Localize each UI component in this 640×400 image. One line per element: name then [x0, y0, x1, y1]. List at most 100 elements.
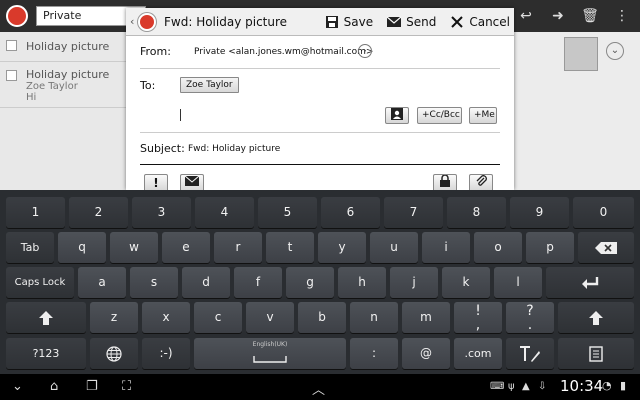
key-y[interactable]: y — [318, 232, 366, 263]
notification-icon: ▲ — [522, 381, 530, 392]
cancel-label: Cancel — [469, 14, 510, 29]
key-3[interactable]: 3 — [132, 197, 191, 228]
key-e[interactable]: e — [162, 232, 210, 263]
key-a[interactable]: a — [78, 267, 126, 298]
divider — [140, 132, 500, 133]
key-2[interactable]: 2 — [69, 197, 128, 228]
key-1[interactable]: 1 — [6, 197, 65, 228]
key-q[interactable]: q — [58, 232, 106, 263]
key-t[interactable]: t — [266, 232, 314, 263]
list-item[interactable]: Holiday picture Zoe Taylor Hi — [0, 62, 126, 108]
reply-icon[interactable]: ↩ — [514, 8, 538, 24]
key-label-lower: . — [527, 317, 533, 333]
send-label: Send — [406, 14, 437, 29]
menu-icon[interactable]: ⋮ — [610, 8, 634, 24]
emoticon-key[interactable]: :-) — [142, 338, 190, 369]
handwriting-key[interactable] — [506, 338, 554, 369]
key-9[interactable]: 9 — [510, 197, 569, 228]
key-at[interactable]: @ — [402, 338, 450, 369]
contact-icon — [391, 108, 403, 120]
chevron-right-icon[interactable]: › — [358, 44, 372, 58]
chevron-up-icon[interactable]: ︿ — [312, 379, 325, 398]
key-i[interactable]: i — [422, 232, 470, 263]
key-0[interactable]: 0 — [573, 197, 634, 228]
save-button[interactable]: Save — [325, 15, 373, 29]
key-u[interactable]: u — [370, 232, 418, 263]
cc-bcc-button[interactable]: +Cc/Bcc — [417, 107, 462, 124]
key-f[interactable]: f — [234, 267, 282, 298]
key-5[interactable]: 5 — [258, 197, 317, 228]
tab-key[interactable]: Tab — [6, 232, 54, 263]
key-dotcom[interactable]: .com — [454, 338, 502, 369]
screenshot-icon[interactable]: ⛶ — [122, 379, 131, 394]
key-m[interactable]: m — [402, 302, 450, 333]
home-icon[interactable]: ⌂ — [50, 379, 58, 394]
key-o[interactable]: o — [474, 232, 522, 263]
key-c[interactable]: c — [194, 302, 242, 333]
text-pen-icon — [520, 345, 540, 362]
lock-icon — [440, 174, 450, 187]
send-button[interactable]: Send — [387, 15, 436, 29]
key-b[interactable]: b — [298, 302, 346, 333]
key-g[interactable]: g — [286, 267, 334, 298]
add-me-button[interactable]: +Me — [469, 107, 497, 124]
enter-icon — [582, 276, 599, 289]
backspace-key[interactable] — [578, 232, 634, 263]
key-w[interactable]: w — [110, 232, 158, 263]
key-6[interactable]: 6 — [321, 197, 380, 228]
symbols-key[interactable]: ?123 — [6, 338, 86, 369]
key-colon[interactable]: : — [350, 338, 398, 369]
key-v[interactable]: v — [246, 302, 294, 333]
recent-apps-icon[interactable]: ❐ — [86, 379, 98, 394]
dialog-header: ‹ Fwd: Holiday picture Save Send Cancel — [126, 8, 514, 36]
checkbox[interactable] — [6, 70, 17, 81]
message-detail-pane: ⌄ — [514, 32, 640, 190]
key-8[interactable]: 8 — [447, 197, 506, 228]
from-value: Private <alan.jones.wm@hotmail.com> — [194, 47, 374, 57]
list-item-title: Holiday picture — [26, 68, 110, 81]
key-question-period[interactable]: ? . — [506, 302, 554, 333]
from-label: From: — [140, 45, 171, 58]
key-z[interactable]: z — [90, 302, 138, 333]
list-item[interactable]: Holiday picture — [0, 32, 126, 62]
back-chevron-icon[interactable]: ‹ — [130, 15, 138, 28]
key-k[interactable]: k — [442, 267, 490, 298]
caps-lock-key[interactable]: Caps Lock — [6, 267, 74, 298]
key-4[interactable]: 4 — [195, 197, 254, 228]
download-icon: ⇩ — [538, 381, 547, 392]
shift-key-left[interactable] — [6, 302, 86, 333]
clipboard-key[interactable] — [558, 338, 634, 369]
key-exclamation-comma[interactable]: ! , — [454, 302, 502, 333]
enter-key[interactable] — [546, 267, 634, 298]
delete-icon[interactable]: 🗑 — [578, 8, 602, 24]
contacts-button[interactable] — [385, 107, 409, 124]
key-label-lower: , — [475, 317, 481, 333]
shift-key-right[interactable] — [558, 302, 634, 333]
send-icon — [387, 16, 402, 27]
key-h[interactable]: h — [338, 267, 386, 298]
language-key[interactable] — [90, 338, 138, 369]
key-n[interactable]: n — [350, 302, 398, 333]
to-label: To: — [140, 79, 156, 92]
recipient-chip[interactable]: Zoe Taylor — [180, 77, 239, 93]
key-r[interactable]: r — [214, 232, 262, 263]
hide-keyboard-icon[interactable]: ⌄ — [12, 379, 23, 394]
key-l[interactable]: l — [494, 267, 542, 298]
app-logo-icon[interactable] — [6, 5, 28, 27]
dialog-title: Fwd: Holiday picture — [164, 14, 288, 29]
forward-icon[interactable]: ➜ — [546, 8, 570, 24]
key-7[interactable]: 7 — [384, 197, 443, 228]
key-j[interactable]: j — [390, 267, 438, 298]
key-p[interactable]: p — [526, 232, 574, 263]
globe-icon — [106, 345, 122, 362]
divider — [140, 68, 500, 69]
space-key[interactable]: English(UK) — [194, 338, 346, 369]
list-item-preview: Hi — [26, 92, 37, 103]
checkbox[interactable] — [6, 40, 17, 51]
text-cursor — [180, 109, 181, 121]
chevron-down-icon[interactable]: ⌄ — [606, 42, 624, 60]
key-s[interactable]: s — [130, 267, 178, 298]
cancel-button[interactable]: Cancel — [450, 15, 510, 29]
key-x[interactable]: x — [142, 302, 190, 333]
key-d[interactable]: d — [182, 267, 230, 298]
